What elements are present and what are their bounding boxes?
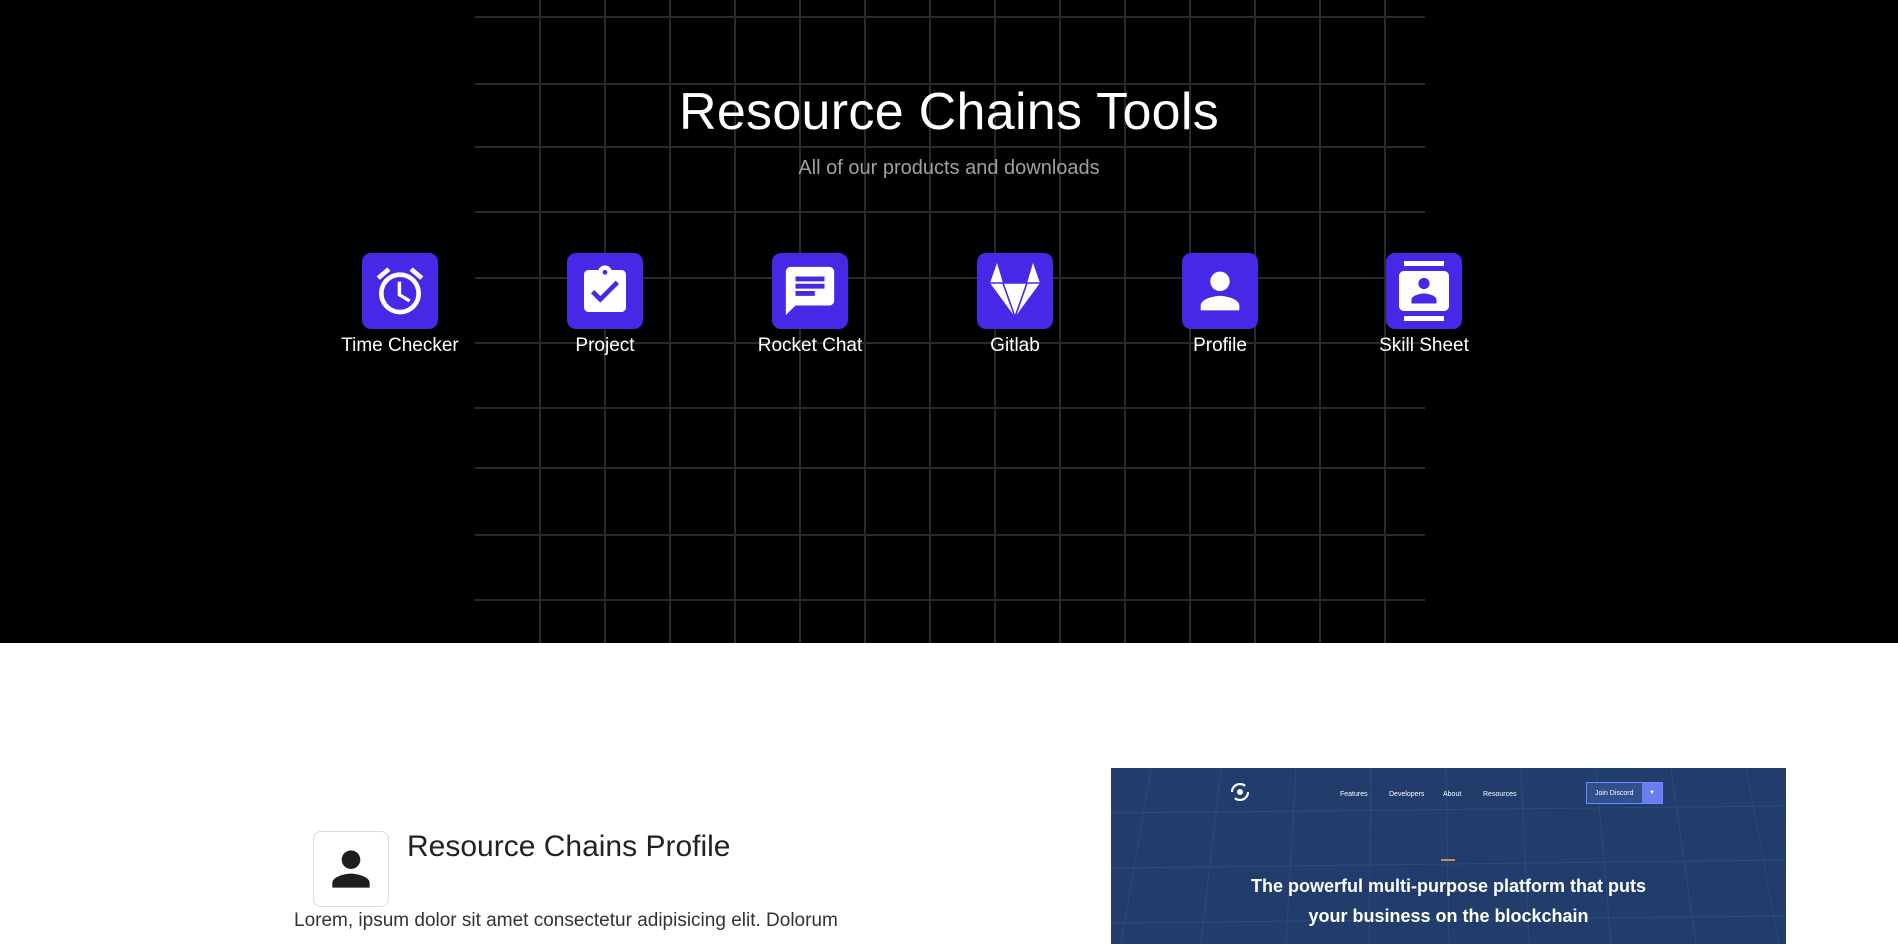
tool-profile[interactable]: Profile — [1150, 253, 1290, 357]
clipboard-check-icon — [584, 265, 626, 312]
tool-rocket-chat[interactable]: Rocket Chat — [740, 253, 880, 357]
tool-gitlab[interactable]: Gitlab — [945, 253, 1085, 357]
tool-time-checker[interactable]: Time Checker — [330, 253, 470, 357]
website-preview-image: Features Developers About Resources Join… — [1111, 768, 1786, 944]
caret-down-icon: ▼ — [1642, 783, 1662, 803]
preview-join-discord-button: Join Discord ▼ — [1586, 782, 1663, 804]
preview-nav-resources: Resources — [1483, 791, 1517, 798]
tool-project[interactable]: Project — [535, 253, 675, 357]
tool-tile[interactable] — [1182, 253, 1258, 329]
tool-label[interactable]: Skill Sheet — [1354, 335, 1494, 357]
tool-skill-sheet[interactable]: Skill Sheet — [1354, 253, 1494, 357]
tool-tile[interactable] — [977, 253, 1053, 329]
preview-divider — [1441, 859, 1455, 861]
tool-label[interactable]: Rocket Chat — [740, 335, 880, 357]
profile-section-text: Lorem, ipsum dolor sit amet consectetur … — [294, 910, 838, 931]
tool-tile[interactable] — [1386, 253, 1462, 329]
contact-card-icon — [1399, 261, 1449, 321]
preview-logo-icon — [1231, 783, 1249, 801]
page-subtitle: All of our products and downloads — [798, 157, 1100, 179]
tool-tile[interactable] — [567, 253, 643, 329]
gitlab-icon — [990, 263, 1040, 318]
tool-label[interactable]: Profile — [1150, 335, 1290, 357]
preview-nav-features: Features — [1340, 791, 1368, 798]
person-icon — [1200, 271, 1240, 311]
preview-nav-developers: Developers — [1389, 791, 1425, 798]
preview-headline: The powerful multi-purpose platform that… — [1111, 871, 1786, 931]
preview-headline-line2: your business on the blockchain — [1308, 906, 1589, 926]
hero-section: Resource Chains Tools All of our product… — [0, 0, 1898, 643]
profile-section-title: Resource Chains Profile — [407, 830, 731, 863]
tool-label[interactable]: Time Checker — [330, 335, 470, 357]
alarm-clock-icon — [376, 267, 424, 315]
tool-tile[interactable] — [772, 253, 848, 329]
tool-label[interactable]: Project — [535, 335, 675, 357]
profile-icon-box — [313, 831, 389, 907]
tool-tile[interactable] — [362, 253, 438, 329]
preview-nav-about: About — [1443, 791, 1462, 798]
preview-cta-label: Join Discord — [1595, 789, 1634, 797]
tool-label[interactable]: Gitlab — [945, 335, 1085, 357]
page-title: Resource Chains Tools — [678, 83, 1220, 141]
chat-icon — [785, 266, 835, 316]
preview-headline-line1: The powerful multi-purpose platform that… — [1251, 876, 1646, 896]
person-icon — [332, 850, 370, 888]
